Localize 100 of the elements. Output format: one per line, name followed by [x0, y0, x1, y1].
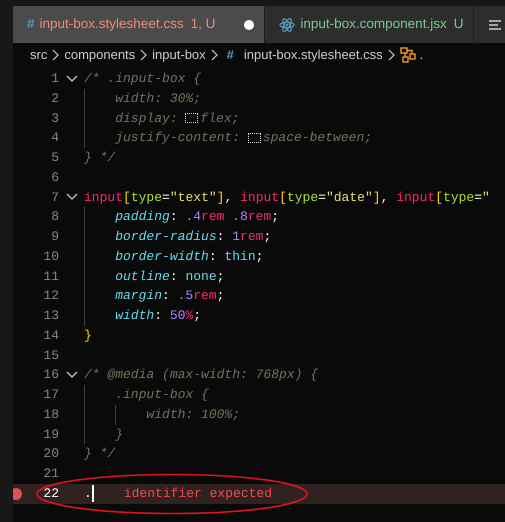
code-token: :: [208, 248, 217, 266]
line-number: 19: [42, 426, 59, 444]
color-swatch-icon: [185, 113, 198, 124]
editor-tab[interactable]: # input-box.stylesheet.css 1, U: [13, 6, 266, 43]
code-token: 50: [168, 307, 186, 326]
text-cursor: [92, 485, 94, 502]
chevron-icon: [210, 49, 219, 61]
code-token: }: [84, 326, 92, 345]
code-token: [: [123, 188, 131, 207]
symbol-icon: [400, 47, 416, 63]
breadcrumb-item[interactable]: input-box.stylesheet.css: [244, 45, 383, 65]
code-token: /* @media (max-width: 768px) {: [84, 366, 318, 384]
code-token: ;: [216, 287, 224, 306]
breadcrumb-item[interactable]: .: [420, 45, 424, 65]
code-token: rem: [193, 287, 217, 306]
line-number: 22: [42, 484, 59, 503]
code-token: padding: [114, 208, 170, 226]
error-message: identifier expected: [124, 484, 272, 503]
hash-icon: #: [226, 45, 234, 65]
line-number: 17: [42, 386, 59, 404]
chevron-icon: [139, 49, 148, 61]
code-token: "date": [326, 188, 373, 207]
line-number: 15: [42, 346, 59, 365]
code-token: ;: [193, 307, 202, 326]
code-token: } */: [84, 149, 116, 168]
code-token: %: [185, 307, 194, 326]
code-token: rem: [240, 228, 264, 246]
line-number: 7: [50, 188, 59, 207]
code-token: .input-box {: [114, 386, 209, 404]
hash-icon: #: [27, 14, 35, 35]
line-number: 3: [50, 110, 59, 128]
code-token: rem: [248, 208, 272, 226]
code-token: width: 30%;: [114, 90, 202, 108]
code-token: :: [170, 268, 178, 286]
line-number: 14: [42, 326, 59, 345]
breadcrumb-item[interactable]: src: [30, 45, 48, 65]
code-token: .: [84, 484, 92, 503]
code-token: border-width: [114, 248, 209, 266]
line-number: 12: [42, 287, 59, 306]
line-number: 21: [42, 465, 59, 484]
code-token: "text": [170, 188, 217, 207]
code-token: rem: [201, 208, 224, 226]
code-token: none: [184, 268, 217, 286]
code-token: ;: [271, 208, 280, 226]
line-number: 10: [42, 248, 59, 266]
code-token: }: [114, 426, 124, 444]
line-number: 11: [42, 268, 59, 286]
line-number: 2: [50, 90, 59, 108]
editor-tab[interactable]: [474, 6, 505, 43]
breadcrumb-item[interactable]: input-box: [152, 45, 206, 65]
breadcrumb-item[interactable]: components: [64, 45, 136, 65]
color-swatch-icon: [248, 133, 261, 144]
code-token: type: [443, 188, 474, 207]
code-token: =: [474, 188, 482, 207]
code-token: ,: [380, 188, 388, 207]
code-token: input: [84, 188, 124, 207]
line-number: 6: [50, 168, 59, 187]
code-token: type: [130, 188, 162, 207]
line-number: 20: [42, 445, 59, 464]
code-token: input: [395, 188, 436, 207]
code-token: .4: [184, 208, 202, 226]
code-token: ]: [372, 188, 381, 207]
code-token: /* .input-box {: [84, 70, 202, 88]
code-token: type: [286, 188, 318, 207]
code-token: .5: [176, 287, 194, 306]
line-number: 1: [50, 70, 59, 88]
code-token: ;: [263, 228, 272, 246]
code-token: =: [162, 188, 170, 207]
code-token: thin: [223, 248, 256, 266]
code-token: ;: [256, 248, 264, 266]
code-token: :: [216, 228, 224, 246]
code-token: display:: [114, 110, 179, 128]
line-number: 9: [50, 228, 59, 246]
code-token: input: [239, 188, 280, 207]
code-token: 1: [231, 228, 240, 246]
code-token: border-radius: [114, 228, 217, 246]
code-token: width: 100%;: [145, 406, 240, 424]
atom-icon: [279, 16, 296, 32]
code-token: ;: [216, 268, 224, 286]
line-number: 16: [42, 366, 59, 384]
code-token: width: [114, 307, 154, 326]
code-token: outline: [114, 268, 170, 286]
code-token: margin: [114, 287, 162, 306]
code-token: } */: [84, 445, 116, 464]
editor-tab[interactable]: input-box.component.jsx U: [265, 6, 474, 43]
code-token: flex;: [200, 110, 240, 128]
code-token: ": [482, 188, 490, 207]
chevron-icon: [51, 49, 60, 61]
code-token: ,: [224, 188, 232, 207]
code-token: :: [162, 287, 170, 306]
lines-icon: [488, 18, 502, 32]
code-token: [: [279, 188, 287, 207]
line-number: 4: [50, 129, 59, 148]
chevron-icon: [386, 49, 396, 61]
code-token: =: [318, 188, 326, 207]
code-token: :: [170, 208, 178, 226]
line-number: 13: [42, 307, 59, 326]
code-token: .8: [231, 208, 248, 226]
line-number: 8: [50, 208, 59, 226]
code-token: justify-content:: [114, 129, 242, 148]
